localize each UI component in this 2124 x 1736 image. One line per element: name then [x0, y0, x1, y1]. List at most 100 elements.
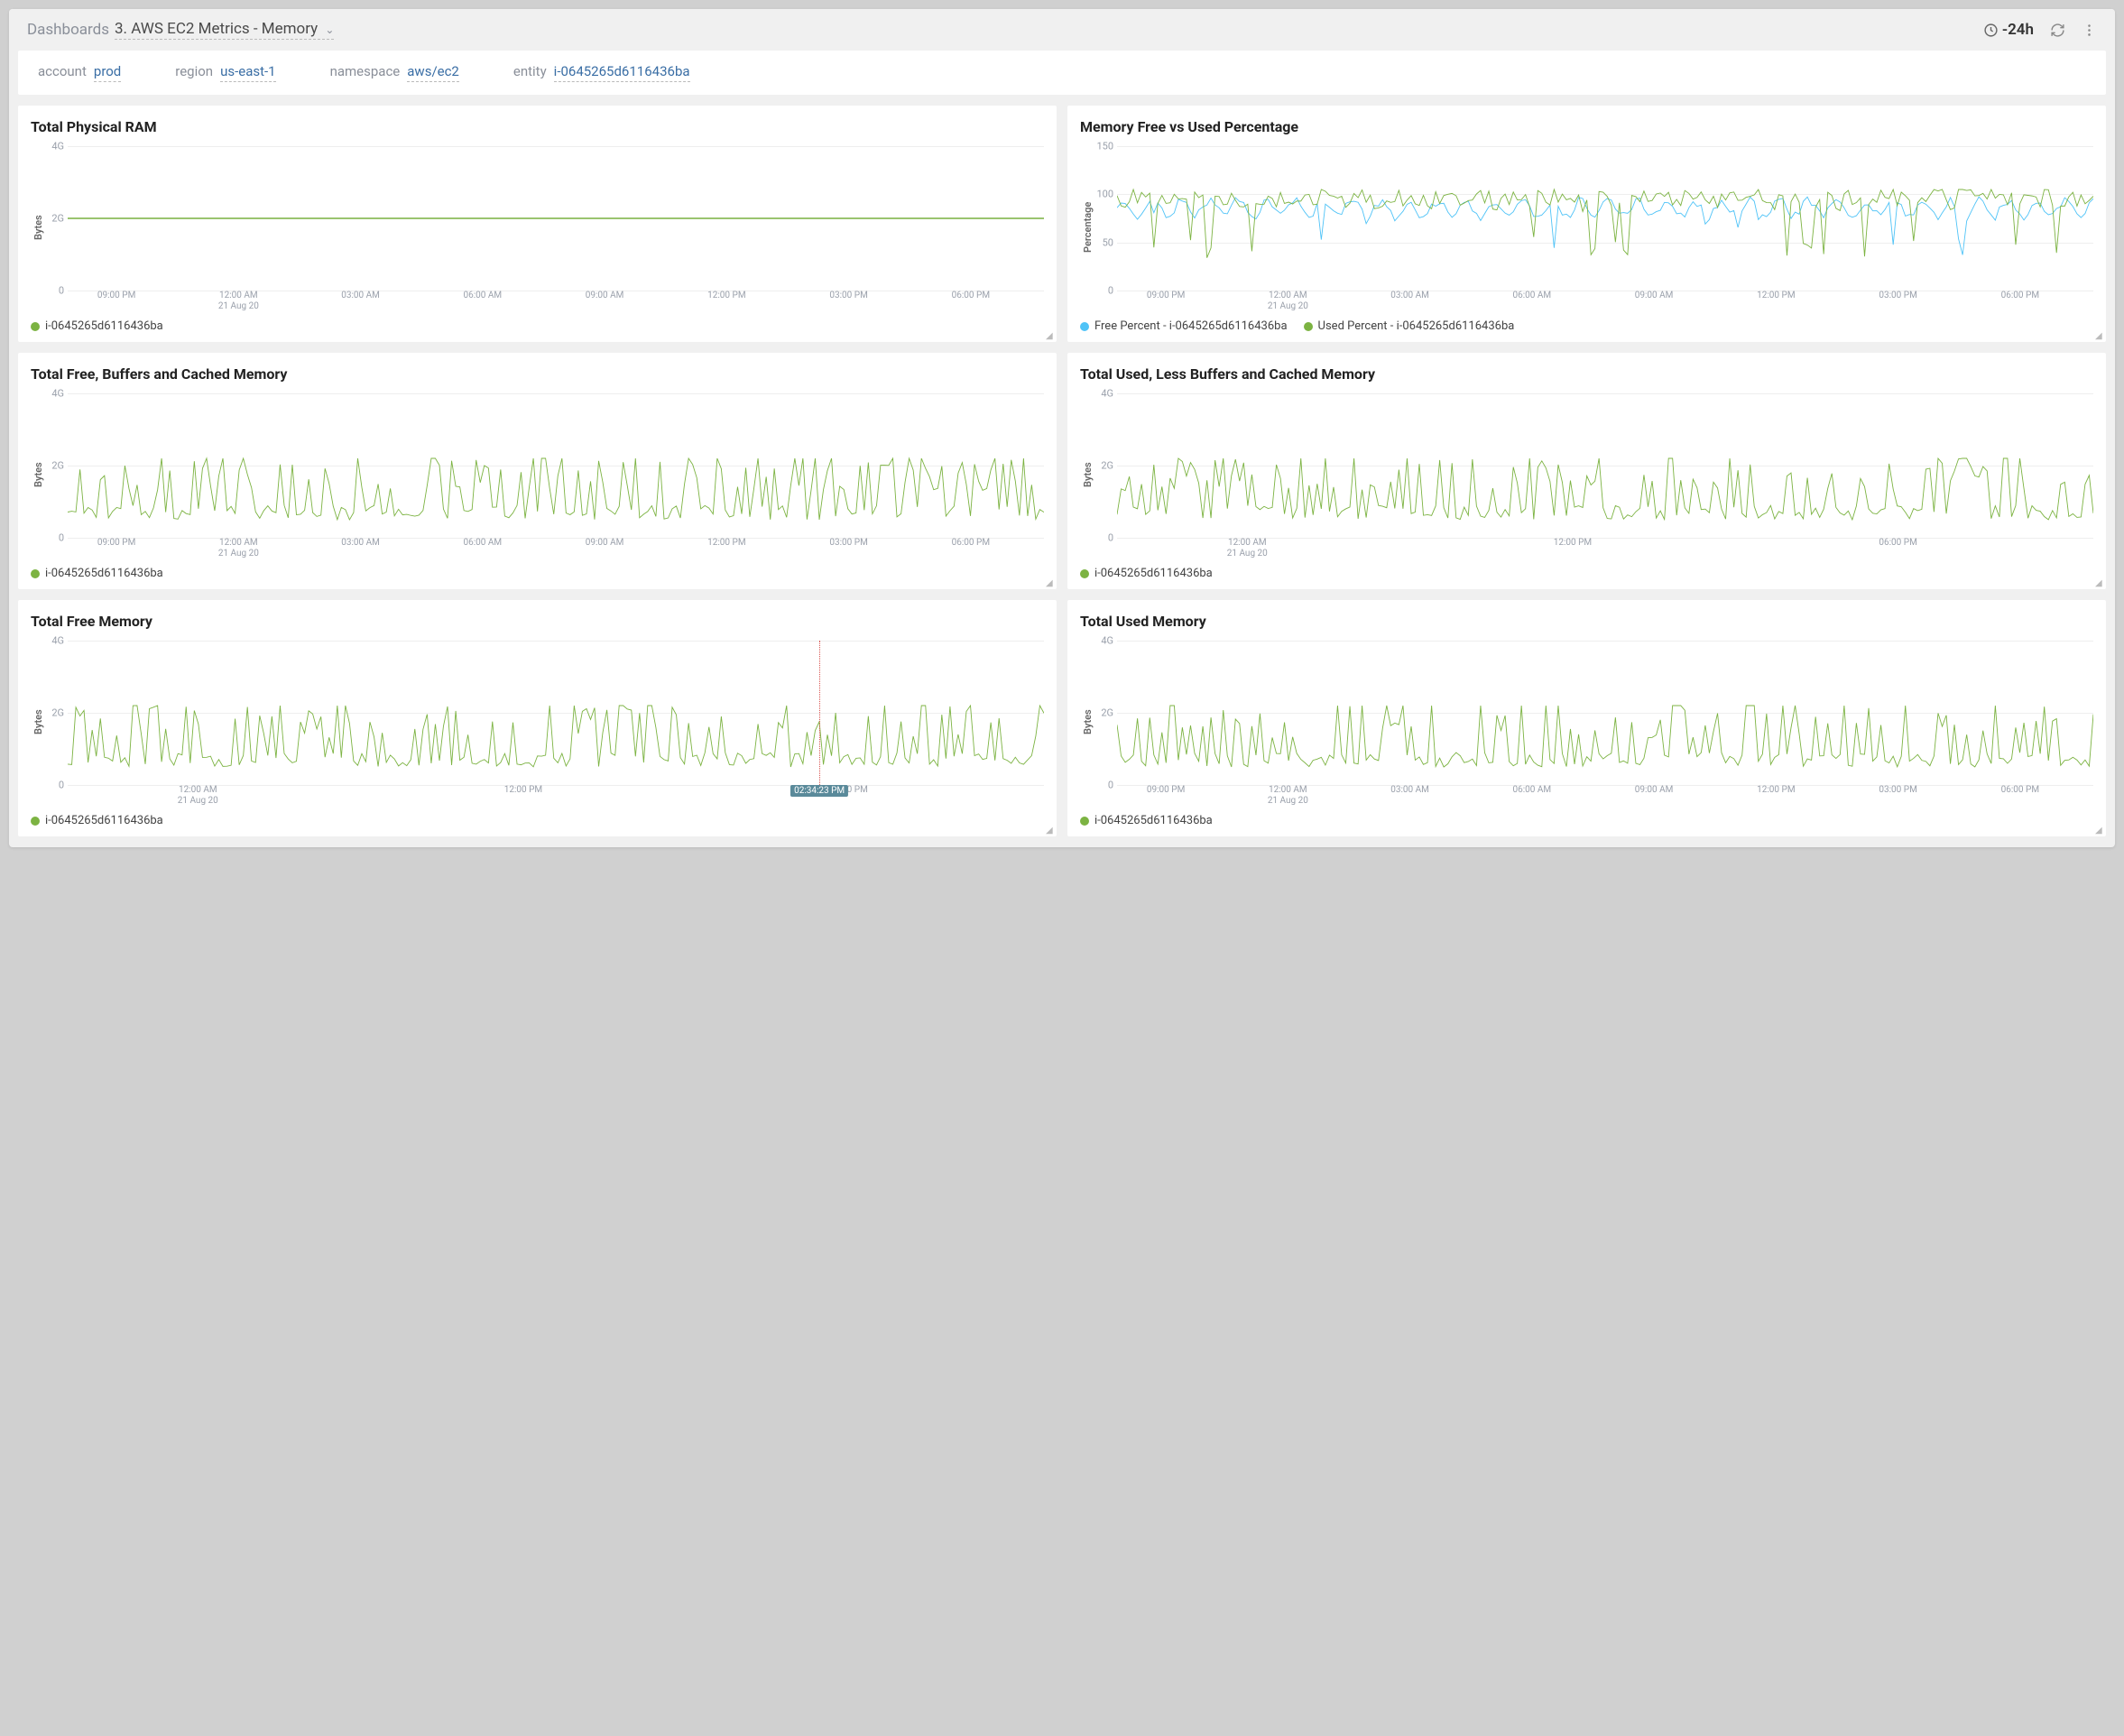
y-tick: 50	[1094, 236, 1113, 248]
legend-label: Used Percent - i-0645265d6116436ba	[1318, 319, 1515, 333]
x-tick: 03:00 PM	[829, 538, 867, 549]
chart[interactable]: 02G4G09:00 PM12:00 AM21 Aug 2003:00 AM06…	[44, 388, 1044, 561]
x-tick: 03:00 PM	[1879, 291, 1916, 301]
filter-value-entity[interactable]: i-0645265d6116436ba	[554, 63, 690, 82]
resize-handle-icon[interactable]: ◢	[2095, 331, 2104, 340]
series-line	[1117, 458, 2093, 520]
legend-dot-icon	[31, 569, 40, 578]
x-axis: 12:00 AM21 Aug 2012:00 PM06:00 PM02:34:2…	[68, 785, 1044, 808]
chart[interactable]: 02G4G09:00 PM12:00 AM21 Aug 2003:00 AM06…	[44, 141, 1044, 314]
resize-handle-icon[interactable]: ◢	[1046, 331, 1055, 340]
chart-wrap: Bytes02G4G12:00 AM21 Aug 2012:00 PM06:00…	[1080, 388, 2093, 561]
plot-area: 02G4G	[68, 393, 1044, 538]
plot-area: 050100150	[1117, 146, 2093, 291]
series-line	[1117, 706, 2093, 767]
x-tick: 09:00 PM	[97, 538, 135, 549]
x-tick: 09:00 AM	[1635, 785, 1674, 796]
y-tick: 2G	[44, 213, 64, 225]
filter-label: region	[175, 63, 213, 79]
x-tick: 12:00 AM21 Aug 20	[1268, 291, 1308, 312]
breadcrumb-current[interactable]: 3. AWS EC2 Metrics - Memory ⌄	[115, 20, 334, 40]
legend-label: i-0645265d6116436ba	[45, 319, 163, 333]
legend: i-0645265d6116436ba	[31, 567, 1044, 580]
resize-handle-icon[interactable]: ◢	[2095, 578, 2104, 587]
series-line	[68, 706, 1044, 767]
more-vertical-icon[interactable]	[2082, 23, 2097, 38]
x-tick: 09:00 PM	[1147, 785, 1185, 796]
filter-entity: entity i-0645265d6116436ba	[513, 63, 690, 82]
plot-area: 02G4G	[1117, 393, 2093, 538]
plot-area: 02G4G	[1117, 641, 2093, 785]
resize-handle-icon[interactable]: ◢	[2095, 826, 2104, 835]
x-tick: 09:00 PM	[1147, 291, 1185, 301]
y-tick: 2G	[44, 460, 64, 472]
legend: i-0645265d6116436ba	[1080, 814, 2093, 827]
chart[interactable]: 0 2G 4G 12:00 AM21 Aug 2012:00 PM06:00 PM02…	[44, 635, 1044, 808]
y-tick: 0	[1094, 780, 1113, 791]
panel-title: Total Free Memory	[31, 613, 1044, 630]
x-tick: 12:00 PM	[504, 785, 542, 796]
chart[interactable]: 02G4G09:00 PM12:00 AM21 Aug 2003:00 AM06…	[1094, 635, 2093, 808]
chart[interactable]: 02G4G12:00 AM21 Aug 2012:00 PM06:00 PM	[1094, 388, 2093, 561]
x-tick: 09:00 AM	[586, 291, 624, 301]
panel-title: Total Used, Less Buffers and Cached Memo…	[1080, 365, 2093, 383]
legend-label: i-0645265d6116436ba	[45, 814, 163, 827]
x-axis: 09:00 PM12:00 AM21 Aug 2003:00 AM06:00 A…	[68, 538, 1044, 561]
legend-item[interactable]: i-0645265d6116436ba	[31, 567, 163, 580]
legend-item[interactable]: Used Percent - i-0645265d6116436ba	[1304, 319, 1515, 333]
x-tick: 06:00 PM	[1879, 538, 1916, 549]
series-line	[68, 458, 1044, 520]
x-tick: 06:00 PM	[2001, 785, 2039, 796]
x-tick: 03:00 AM	[341, 538, 380, 549]
x-tick: 03:00 PM	[1879, 785, 1916, 796]
y-tick: 2G	[1094, 707, 1113, 719]
legend-dot-icon	[1304, 322, 1313, 331]
panel-5: Total Used MemoryBytes02G4G09:00 PM12:00…	[1067, 600, 2106, 836]
legend: i-0645265d6116436ba	[31, 814, 1044, 827]
y-axis-label: Percentage	[1080, 141, 1094, 314]
legend-item[interactable]: i-0645265d6116436ba	[31, 814, 163, 827]
chart[interactable]: 05010015009:00 PM 12:00 AM21 Aug 20 03:00 …	[1094, 141, 2093, 314]
panel-4: Total Free MemoryBytes02G4G12:00 AM21 Au…	[18, 600, 1057, 836]
legend-item[interactable]: i-0645265d6116436ba	[1080, 814, 1213, 827]
legend-item[interactable]: Free Percent - i-0645265d6116436ba	[1080, 319, 1288, 333]
y-tick: 0	[1094, 285, 1113, 297]
resize-handle-icon[interactable]: ◢	[1046, 578, 1055, 587]
resize-handle-icon[interactable]: ◢	[1046, 826, 1055, 835]
refresh-icon[interactable]	[2050, 23, 2065, 38]
time-range-picker[interactable]: -24h	[1983, 21, 2034, 39]
x-tick: 12:00 PM	[707, 538, 745, 549]
legend-label: i-0645265d6116436ba	[1094, 814, 1213, 827]
x-tick: 12:00 PM	[707, 291, 745, 301]
filter-value-account[interactable]: prod	[94, 63, 121, 82]
panel-0: Total Physical RAMBytes02G4G09:00 PM12:0…	[18, 106, 1057, 342]
y-tick: 4G	[1094, 635, 1113, 647]
legend-label: Free Percent - i-0645265d6116436ba	[1094, 319, 1288, 333]
panel-title: Memory Free vs Used Percentage	[1080, 118, 2093, 135]
y-tick: 4G	[44, 388, 64, 400]
panel-2: Total Free, Buffers and Cached MemoryByt…	[18, 353, 1057, 589]
x-tick: 06:00 AM	[1513, 291, 1552, 301]
legend-item[interactable]: i-0645265d6116436ba	[31, 319, 163, 333]
legend-dot-icon	[1080, 322, 1089, 331]
panel-3: Total Used, Less Buffers and Cached Memo…	[1067, 353, 2106, 589]
series-line	[1117, 197, 2093, 254]
legend-item[interactable]: i-0645265d6116436ba	[1080, 567, 1213, 580]
breadcrumb-root[interactable]: Dashboards	[27, 21, 109, 39]
y-tick: 2G	[44, 707, 64, 719]
x-tick: 09:00 PM	[97, 291, 135, 301]
legend-dot-icon	[31, 817, 40, 826]
y-tick: 4G	[44, 635, 64, 647]
filter-value-region[interactable]: us-east-1	[220, 63, 276, 82]
cursor-line	[819, 641, 820, 785]
chart-wrap: Percentage 05010015009:00 PM 12:00 AM21 Au…	[1080, 141, 2093, 314]
x-tick: 06:00 PM	[952, 291, 990, 301]
chart-wrap: Bytes02G4G12:00 AM21 Aug 2012:00 PM06:00…	[31, 635, 1044, 808]
y-tick: 100	[1094, 189, 1113, 200]
filter-value-namespace[interactable]: aws/ec2	[407, 63, 459, 82]
x-tick: 03:00 PM	[829, 291, 867, 301]
y-tick: 0	[44, 780, 64, 791]
x-tick: 06:00 AM	[464, 291, 503, 301]
legend: i-0645265d6116436ba	[1080, 567, 2093, 580]
legend-label: i-0645265d6116436ba	[1094, 567, 1213, 580]
